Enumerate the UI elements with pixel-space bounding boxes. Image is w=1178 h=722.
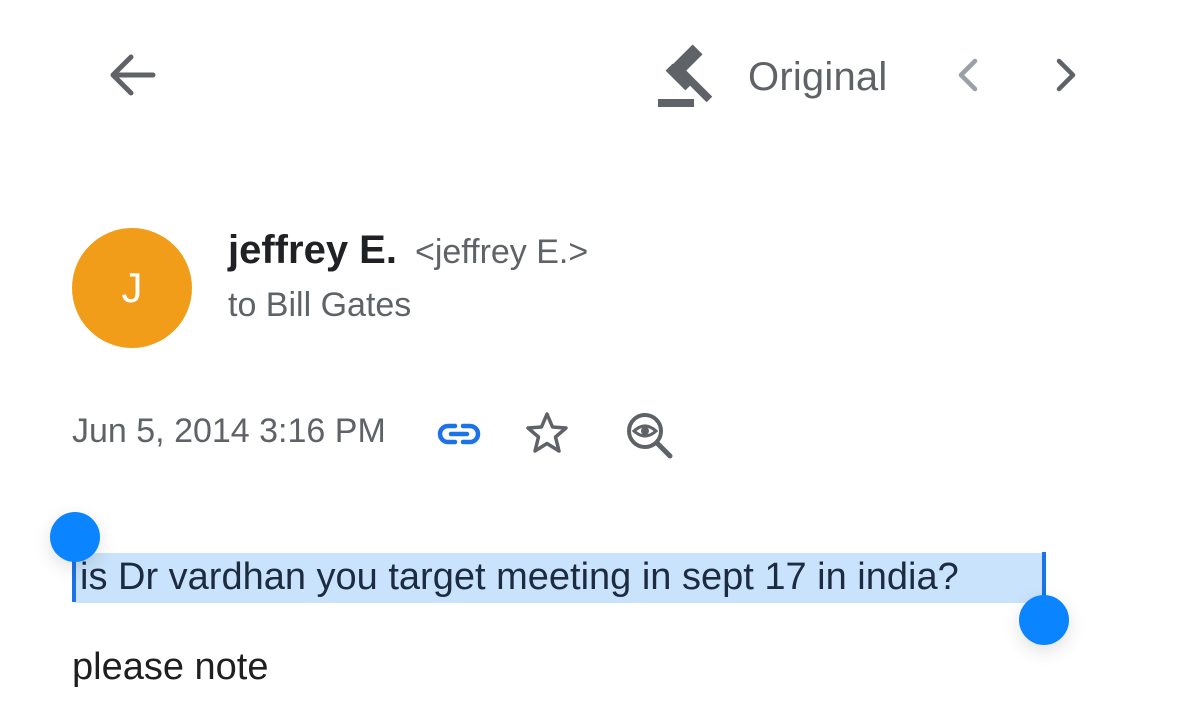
- message-date: Jun 5, 2014 3:16 PM: [72, 412, 386, 450]
- sender-name[interactable]: jeffrey E.: [228, 228, 397, 272]
- avatar[interactable]: J: [72, 228, 192, 348]
- star-button[interactable]: [518, 404, 576, 462]
- inspect-button[interactable]: [618, 404, 680, 466]
- arrow-back-icon: [110, 54, 156, 96]
- sender-email: <jeffrey E.>: [414, 233, 589, 271]
- link-button[interactable]: [430, 410, 488, 458]
- selection-start-handle[interactable]: [50, 512, 100, 562]
- original-button[interactable]: Original: [652, 40, 887, 114]
- recipient-line[interactable]: to Bill Gates: [228, 286, 411, 325]
- chevron-right-icon: [1056, 58, 1076, 92]
- selection-end-handle[interactable]: [1019, 595, 1069, 645]
- chevron-left-icon: [958, 58, 978, 92]
- message-body-line[interactable]: is Dr vardhan you target meeting in sept…: [80, 556, 959, 599]
- back-button[interactable]: [98, 40, 168, 110]
- next-message-button[interactable]: [1036, 46, 1094, 104]
- message-body-line[interactable]: please note: [72, 646, 269, 689]
- magnifier-eye-icon: [627, 413, 673, 459]
- star-icon: [526, 412, 568, 453]
- original-label: Original: [748, 54, 888, 99]
- link-icon: [437, 423, 481, 445]
- previous-message-button[interactable]: [940, 46, 998, 104]
- gavel-icon: [658, 44, 713, 107]
- sender-line: jeffrey E. <jeffrey E.>: [228, 228, 588, 273]
